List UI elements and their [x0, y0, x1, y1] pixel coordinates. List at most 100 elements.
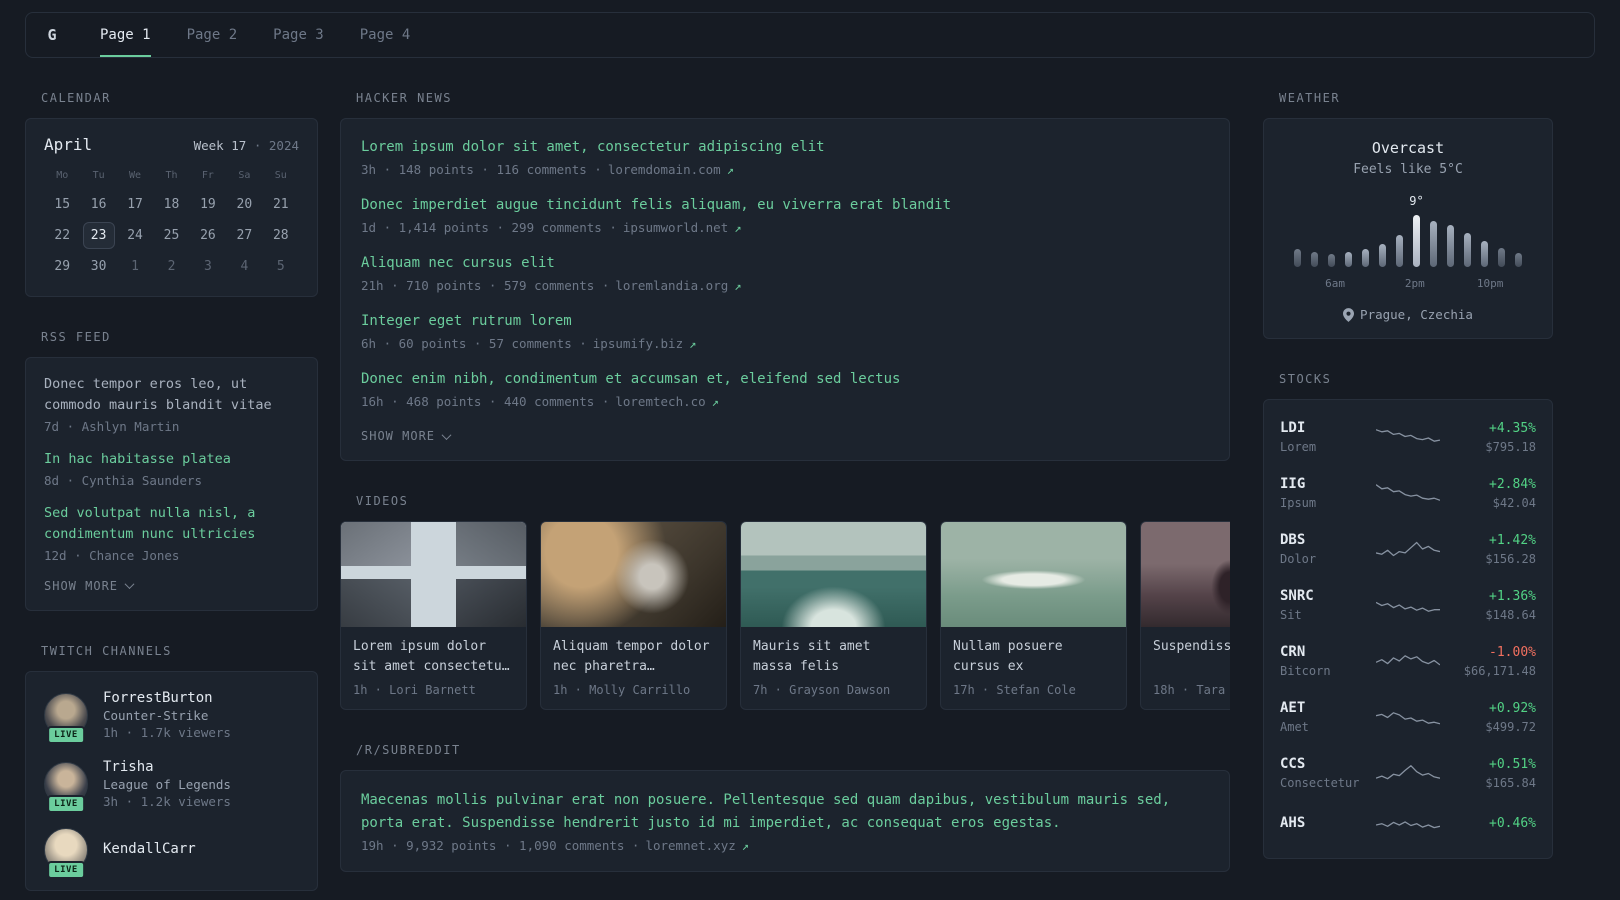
video-card[interactable]: Nullam posuere cursus ex 17h · Stefan Co… — [940, 521, 1127, 711]
rss-item-title[interactable]: Donec tempor eros leo, ut commodo mauris… — [44, 374, 299, 416]
hn-item-title[interactable]: Donec imperdiet augue tincidunt felis al… — [361, 195, 1209, 216]
video-card[interactable]: Aliquam tempor dolor nec pharetra… 1h · … — [540, 521, 727, 711]
stock-sparkline — [1372, 536, 1444, 562]
hn-item-title[interactable]: Aliquam nec cursus elit — [361, 253, 1209, 274]
calendar-day: 24 — [127, 228, 143, 243]
tab-page-2[interactable]: Page 2 — [187, 13, 238, 57]
left-column: CALENDAR April Week 17 · 2024 Mo Tu We T… — [25, 91, 318, 900]
rss-item-title[interactable]: Sed volutpat nulla nisl, a condimentum n… — [44, 503, 299, 545]
hn-item: Lorem ipsum dolor sit amet, consectetur … — [361, 137, 1209, 177]
section-title-subreddit: /R/SUBREDDIT — [356, 743, 461, 758]
external-link-icon[interactable] — [689, 337, 696, 351]
day-header: Tu — [92, 170, 105, 181]
day-header: Fr — [201, 170, 214, 181]
external-link-icon[interactable] — [742, 839, 749, 853]
channel-game: League of Legends — [103, 776, 231, 792]
hn-item-meta: 1d · 1,414 points · 299 comments · ipsum… — [361, 220, 1209, 235]
tab-page-4[interactable]: Page 4 — [360, 13, 411, 57]
hn-source-link[interactable]: ipsumify.biz — [593, 336, 683, 351]
video-card[interactable]: Lorem ipsum dolor sit amet consectetu… 1… — [340, 521, 527, 711]
hn-show-more-button[interactable]: SHOW MORE — [361, 429, 452, 443]
channel-meta: 1h · 1.7k viewers — [103, 724, 231, 740]
stock-row[interactable]: LDI Lorem +4.35% $795.18 — [1280, 409, 1536, 465]
video-meta: 17h · Stefan Cole — [953, 683, 1076, 698]
video-card[interactable]: Suspendisse diam 18h · Tara — [1140, 521, 1230, 711]
stock-row[interactable]: IIG Ipsum +2.84% $42.04 — [1280, 465, 1536, 521]
live-badge: LIVE — [47, 725, 85, 744]
stock-identity: LDI Lorem — [1280, 420, 1372, 454]
stock-row[interactable]: CRN Bitcorn -1.00% $66,171.48 — [1280, 633, 1536, 689]
tab-page-1[interactable]: Page 1 — [100, 13, 151, 57]
calendar-day: 28 — [272, 228, 289, 243]
external-link-icon[interactable] — [734, 279, 741, 293]
channel-name: KendallCarr — [103, 840, 196, 857]
stock-row[interactable]: AHS +0.46% — [1280, 801, 1536, 849]
stock-sparkline — [1372, 480, 1444, 506]
external-link-icon[interactable] — [712, 395, 719, 409]
logo: G — [47, 26, 57, 44]
stock-identity: AET Amet — [1280, 700, 1372, 734]
hn-item-title[interactable]: Integer eget rutrum lorem — [361, 311, 1209, 332]
stock-figures: +1.36% $148.64 — [1444, 589, 1536, 622]
twitch-channel-row[interactable]: LIVE KendallCarr — [44, 827, 299, 879]
video-meta: 7h · Grayson Dawson — [753, 683, 891, 698]
stock-symbol: CRN — [1280, 644, 1306, 660]
hn-source-link[interactable]: loremdomain.com — [608, 162, 721, 177]
stock-row[interactable]: DBS Dolor +1.42% $156.28 — [1280, 521, 1536, 577]
stock-symbol: DBS — [1280, 532, 1306, 548]
twitch-channel-row[interactable]: LIVE ForrestBurton Counter-Strike 1h · 1… — [44, 689, 299, 744]
external-link-icon[interactable] — [734, 221, 741, 235]
stock-row[interactable]: AET Amet +0.92% $499.72 — [1280, 689, 1536, 745]
channel-name: Trisha — [103, 758, 154, 775]
day-header: Th — [165, 170, 178, 181]
video-title: Nullam posuere cursus ex — [953, 639, 1063, 675]
external-link-icon[interactable] — [727, 163, 734, 177]
time-label: 2pm — [1404, 277, 1425, 290]
video-body: Suspendisse diam 18h · Tara — [1141, 627, 1230, 709]
stock-identity: SNRC Sit — [1280, 588, 1372, 622]
calendar-day: 15 — [54, 197, 71, 212]
stock-identity: DBS Dolor — [1280, 532, 1372, 566]
rss-show-more-button[interactable]: SHOW MORE — [44, 578, 135, 593]
stock-price: $795.18 — [1485, 439, 1536, 454]
weather-hourly-bars: 9° — [1294, 194, 1522, 267]
video-meta: 1h · Molly Carrillo — [553, 683, 691, 698]
calendar-day: 26 — [200, 228, 216, 243]
section-title-twitch: TWITCH CHANNELS — [41, 643, 172, 658]
stock-sparkline — [1372, 704, 1444, 730]
stock-name: Ipsum — [1280, 496, 1317, 510]
hn-item: Aliquam nec cursus elit 21h · 710 points… — [361, 253, 1209, 293]
section-title-videos: VIDEOS — [356, 494, 409, 508]
calendar-header: April Week 17 · 2024 — [44, 135, 299, 154]
stock-row[interactable]: SNRC Sit +1.36% $148.64 — [1280, 577, 1536, 633]
calendar-week-year: Week 17 · 2024 — [194, 138, 299, 153]
tab-page-3[interactable]: Page 3 — [273, 13, 324, 57]
post-title[interactable]: Maecenas mollis pulvinar erat non posuer… — [361, 789, 1209, 834]
show-more-label: SHOW MORE — [44, 578, 119, 593]
hn-source-link[interactable]: ipsumworld.net — [623, 220, 728, 235]
calendar-day-headers: Mo Tu We Th Fr Sa Su — [44, 166, 299, 189]
hn-item-title[interactable]: Donec enim nibh, condimentum et accumsan… — [361, 369, 1209, 390]
calendar-widget: CALENDAR April Week 17 · 2024 Mo Tu We T… — [25, 91, 318, 297]
twitch-channel-info: Trisha League of Legends 3h · 1.2k viewe… — [103, 759, 231, 809]
weather-condition: Overcast — [1371, 139, 1445, 157]
twitch-channel-row[interactable]: LIVE Trisha League of Legends 3h · 1.2k … — [44, 759, 299, 813]
stock-figures: +0.92% $499.72 — [1444, 701, 1536, 734]
hn-source-link[interactable]: loremtech.co — [615, 394, 705, 409]
hn-item: Integer eget rutrum lorem 6h · 60 points… — [361, 311, 1209, 351]
day-header: Su — [274, 170, 287, 181]
hn-item-title[interactable]: Lorem ipsum dolor sit amet, consectetur … — [361, 137, 1209, 158]
hn-source-link[interactable]: loremlandia.org — [615, 278, 728, 293]
video-card[interactable]: Mauris sit amet massa felis 7h · Grayson… — [740, 521, 927, 711]
stock-row[interactable]: CCS Consectetur +0.51% $165.84 — [1280, 745, 1536, 801]
rss-item-title[interactable]: In hac habitasse platea — [44, 449, 299, 470]
calendar-day: 4 — [240, 259, 249, 274]
stock-change: +4.35% — [1489, 420, 1536, 436]
avatar: LIVE — [44, 692, 88, 744]
post-source-link[interactable]: loremnet.xyz — [645, 838, 735, 853]
rss-item: Sed volutpat nulla nisl, a condimentum n… — [44, 503, 299, 563]
stock-name: Lorem — [1280, 440, 1317, 454]
channel-name: ForrestBurton — [103, 689, 213, 706]
chevron-down-icon — [441, 429, 452, 440]
video-title: Mauris sit amet massa felis — [753, 639, 871, 675]
